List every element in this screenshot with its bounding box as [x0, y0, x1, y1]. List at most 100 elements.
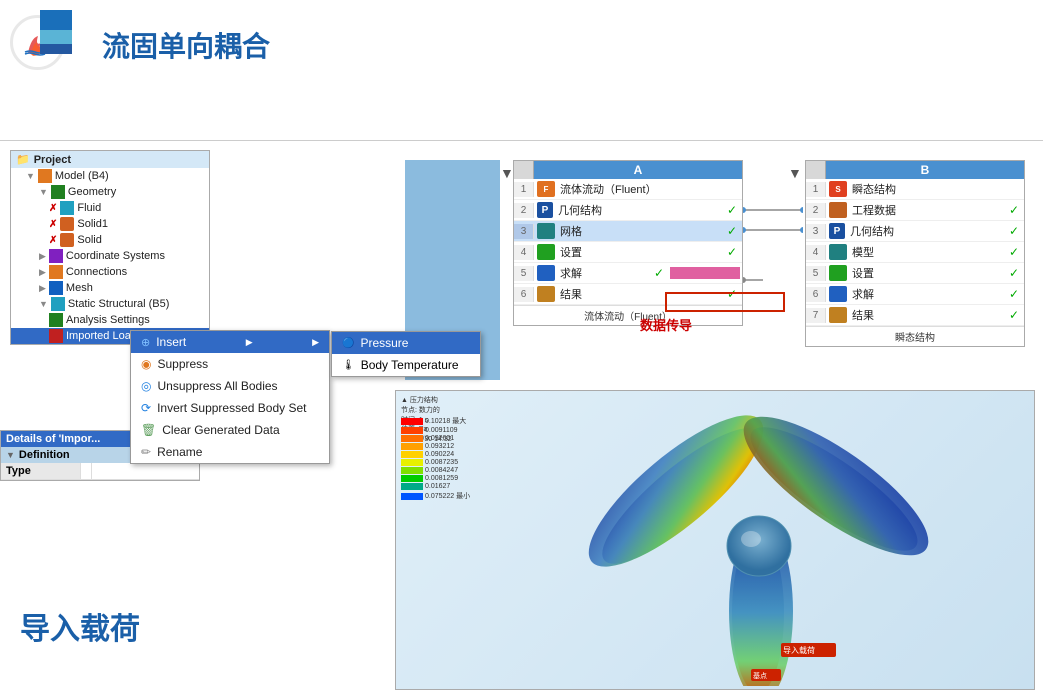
insert-submenu: 🔵 Pressure 🌡 Body Temperature	[331, 331, 481, 377]
panel-a-row-3-label: 网格	[558, 221, 722, 241]
panel-a-row-2-label: 几何结构	[556, 200, 722, 220]
menu-item-suppress[interactable]: ◉ Suppress	[131, 353, 329, 375]
submenu-item-pressure[interactable]: 🔵 Pressure	[332, 332, 480, 354]
suppress-label: Suppress	[157, 357, 208, 371]
panel-b-row-6[interactable]: 6 求解 ✓	[806, 284, 1024, 305]
menu-item-rename[interactable]: ✏ Rename	[131, 441, 329, 463]
expand-icon-static: ▼	[39, 299, 48, 309]
legend-item-5: 0.090224	[401, 451, 470, 458]
panel-b-row-7-num: 7	[806, 308, 826, 323]
logo-box-1	[40, 10, 72, 30]
clear-label: Clear Generated Data	[162, 423, 279, 437]
legend-color-5	[401, 451, 423, 458]
panel-b-row-4[interactable]: 4 模型 ✓	[806, 242, 1024, 263]
panel-a-row-2[interactable]: 2 P 几何结构 ✓	[514, 200, 742, 221]
svg-text:导入载荷: 导入载荷	[783, 645, 815, 655]
analysis-label: Analysis Settings	[66, 314, 150, 326]
menu-item-clear[interactable]: 🗑 Clear Generated Data	[131, 419, 329, 441]
triangle-indicator-b: ▼	[788, 165, 802, 181]
pink-connection-bar	[670, 267, 740, 279]
panel-a-row-5-num: 5	[514, 266, 534, 281]
panel-b-row-3-num: 3	[806, 224, 826, 239]
propeller-svg: 导入载荷 基点	[476, 391, 1026, 686]
invert-label: Invert Suppressed Body Set	[157, 401, 306, 415]
project-icon: 📁	[16, 153, 30, 166]
panel-a-row-2-num: 2	[514, 203, 534, 218]
panel-a-row-6-icon	[537, 286, 555, 302]
panel-b-row-1[interactable]: 1 S 瞬态结构	[806, 179, 1024, 200]
panel-b-num-header	[806, 161, 826, 179]
panel-b-row-5-check: ✓	[1004, 264, 1024, 282]
panel-b-footer: 瞬态结构	[806, 326, 1024, 346]
legend-item-1: 0.10218 最大	[401, 416, 470, 426]
tree-item-analysis[interactable]: Analysis Settings	[11, 312, 209, 328]
legend-item-6: 0.0087235	[401, 459, 470, 466]
panel-b-row-2[interactable]: 2 工程数据 ✓	[806, 200, 1024, 221]
panel-a-row-3[interactable]: 3 网格 ✓	[514, 221, 742, 242]
legend-color-6	[401, 459, 423, 466]
menu-item-insert[interactable]: ⊕ Insert ▶	[131, 331, 329, 353]
panel-b-row-3[interactable]: 3 P 几何结构 ✓	[806, 221, 1024, 242]
analysis-icon	[49, 313, 63, 327]
panel-a-row-2-check: ✓	[722, 201, 742, 219]
legend-color-9	[401, 483, 423, 490]
panel-a-row-1[interactable]: 1 F 流体流动（Fluent）	[514, 179, 742, 200]
panel-b-row-1-num: 1	[806, 182, 826, 197]
body-temp-icon: 🌡	[342, 360, 355, 371]
legend-label-7: 0.0084247	[425, 467, 458, 474]
menu-item-invert[interactable]: ⟳ Invert Suppressed Body Set	[131, 397, 329, 419]
legend-color-2	[401, 427, 423, 434]
context-menu: ⊕ Insert ▶ 🔵 Pressure 🌡 Body Temperature…	[130, 330, 330, 464]
panel-b-row-3-label: 几何结构	[848, 221, 1004, 241]
tree-item-coord[interactable]: ▶ Coordinate Systems	[11, 248, 209, 264]
panel-a-row-4[interactable]: 4 设置 ✓	[514, 242, 742, 263]
panel-a-row-6-num: 6	[514, 287, 534, 302]
panel-a-row-1-num: 1	[514, 182, 534, 197]
tree-item-geometry[interactable]: ▼ Geometry	[11, 184, 209, 200]
x-icon-solid: ✗	[49, 235, 57, 246]
legend-item-10: 0.075222 最小	[401, 491, 470, 501]
clear-icon: 🗑	[141, 423, 156, 437]
panel-a-row-5[interactable]: 5 求解 ✓	[514, 263, 742, 284]
tree-item-mesh[interactable]: ▶ Mesh	[11, 280, 209, 296]
legend-color-10	[401, 493, 423, 500]
suppress-icon: ◉	[141, 357, 151, 371]
expand-icon-mesh: ▶	[39, 283, 46, 294]
triangle-indicator-a: ▼	[500, 165, 514, 181]
project-label: Project	[34, 154, 71, 166]
logo-box-2	[40, 30, 72, 44]
tree-item-static[interactable]: ▼ Static Structural (B5)	[11, 296, 209, 312]
tree-item-fluid[interactable]: ✗ Fluid	[11, 200, 209, 216]
tree-item-connections[interactable]: ▶ Connections	[11, 264, 209, 280]
legend-item-7: 0.0084247	[401, 467, 470, 474]
tree-item-model[interactable]: ▼ Model (B4)	[11, 168, 209, 184]
panel-b-row-3-icon: P	[829, 223, 845, 239]
panel-b-row-7-label: 结果	[850, 305, 1004, 325]
submenu-item-body-temp[interactable]: 🌡 Body Temperature	[332, 354, 480, 376]
legend-item-9: 0.01627	[401, 483, 470, 490]
header: 流固单向耦合	[10, 10, 270, 80]
tree-item-solid1[interactable]: ✗ Solid1	[11, 216, 209, 232]
menu-item-unsuppress[interactable]: ◎ Unsuppress All Bodies	[131, 375, 329, 397]
tree-header: 📁 Project	[11, 151, 209, 168]
panel-a-row-6[interactable]: 6 结果 ✓	[514, 284, 742, 305]
coord-label: Coordinate Systems	[66, 250, 165, 262]
panel-b-row-2-num: 2	[806, 203, 826, 218]
definition-label: Definition	[19, 449, 70, 461]
panel-b-header: B	[806, 161, 1024, 179]
insert-icon: ⊕	[141, 336, 150, 349]
panel-a-row-6-check: ✓	[722, 285, 742, 303]
panel-a-row-2-icon: P	[537, 202, 553, 218]
logo-box-3	[40, 44, 72, 54]
body-temp-label: Body Temperature	[361, 358, 459, 372]
tree-item-solid[interactable]: ✗ Solid	[11, 232, 209, 248]
panel-a-row-1-icon: F	[537, 181, 555, 197]
panel-b-row-6-num: 6	[806, 287, 826, 302]
panel-b-row-7[interactable]: 7 结果 ✓	[806, 305, 1024, 326]
panel-b-row-6-icon	[829, 286, 847, 302]
panel-a-row-5-check: ✓	[652, 265, 666, 281]
panel-b-row-2-label: 工程数据	[850, 200, 1004, 220]
legend-label-1: 0.10218 最大	[425, 416, 466, 426]
expand-icon-coord: ▶	[39, 251, 46, 262]
panel-b-row-5[interactable]: 5 设置 ✓	[806, 263, 1024, 284]
